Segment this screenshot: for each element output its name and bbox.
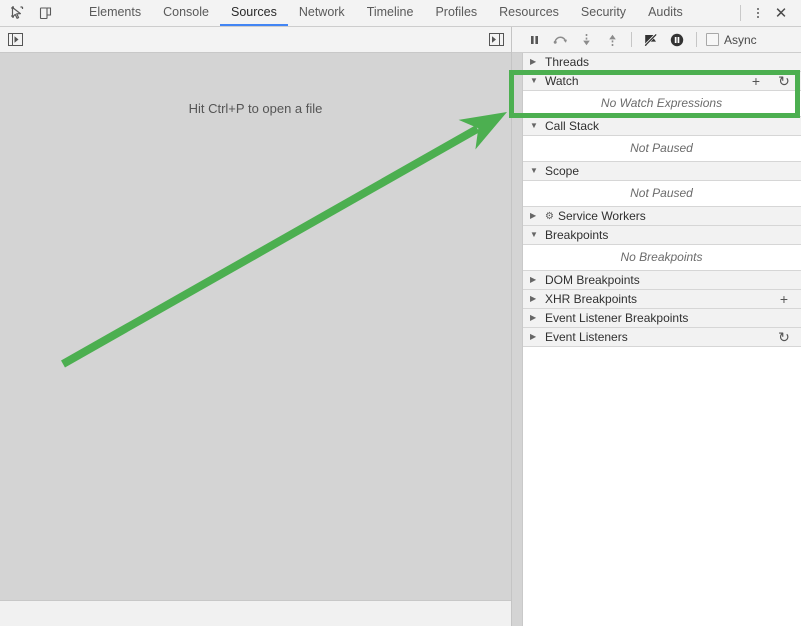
debugger-sidebar-pane: Async ▶ Threads ▼ Watch + <box>512 27 801 626</box>
tab-elements[interactable]: Elements <box>78 0 152 26</box>
tab-label: Network <box>299 5 345 19</box>
section-title-event-listeners: Event Listeners <box>545 330 628 344</box>
tab-label: Timeline <box>367 5 414 19</box>
sidebar-scrollbar[interactable] <box>512 53 523 626</box>
tab-label: Console <box>163 5 209 19</box>
chevron-right-icon: ▶ <box>530 295 540 303</box>
section-body-call-stack: Not Paused <box>522 136 801 162</box>
kebab-menu-icon[interactable] <box>747 2 769 24</box>
debugger-toolbar-divider <box>631 32 632 47</box>
section-header-xhr-breakpoints[interactable]: ▶ XHR Breakpoints + <box>522 290 801 309</box>
section-header-breakpoints[interactable]: ▼ Breakpoints <box>522 226 801 245</box>
show-debugger-icon[interactable] <box>485 30 507 50</box>
tab-label: Profiles <box>435 5 477 19</box>
pause-on-exceptions-icon[interactable] <box>665 29 689 51</box>
editor-statusbar <box>0 600 511 626</box>
tab-security[interactable]: Security <box>570 0 637 26</box>
async-checkbox-box[interactable] <box>706 33 719 46</box>
section-title-watch: Watch <box>545 74 579 88</box>
gear-icon: ⚙ <box>545 211 554 222</box>
step-out-icon[interactable] <box>600 29 624 51</box>
chevron-down-icon: ▼ <box>530 77 540 85</box>
section-body-breakpoints: No Breakpoints <box>522 245 801 271</box>
chevron-right-icon: ▶ <box>530 333 540 341</box>
section-header-watch[interactable]: ▼ Watch + ↻ <box>522 72 801 91</box>
chevron-right-icon: ▶ <box>530 58 540 66</box>
section-header-call-stack[interactable]: ▼ Call Stack <box>522 117 801 136</box>
section-actions-xhr: + <box>777 291 795 307</box>
chevron-right-icon: ▶ <box>530 314 540 322</box>
section-header-scope[interactable]: ▼ Scope <box>522 162 801 181</box>
step-into-icon[interactable] <box>574 29 598 51</box>
section-body-scope: Not Paused <box>522 181 801 207</box>
refresh-event-listeners-button[interactable]: ↻ <box>777 329 791 345</box>
chevron-down-icon: ▼ <box>530 231 540 239</box>
tab-label: Resources <box>499 5 559 19</box>
panel-tabs: Elements Console Sources Network Timelin… <box>78 0 694 26</box>
add-watch-expression-button[interactable]: + <box>749 73 763 89</box>
tab-profiles[interactable]: Profiles <box>424 0 488 26</box>
section-title-call-stack: Call Stack <box>545 119 599 133</box>
tab-resources[interactable]: Resources <box>488 0 570 26</box>
editor-empty-area[interactable]: Hit Ctrl+P to open a file <box>0 53 511 600</box>
section-title-scope: Scope <box>545 164 579 178</box>
section-title-event-listener-breakpoints: Event Listener Breakpoints <box>545 311 688 325</box>
chevron-right-icon: ▶ <box>530 212 540 220</box>
chevron-right-icon: ▶ <box>530 276 540 284</box>
section-header-event-listener-breakpoints[interactable]: ▶ Event Listener Breakpoints <box>522 309 801 328</box>
toolbar-divider-right <box>740 5 741 21</box>
refresh-watch-button[interactable]: ↻ <box>777 73 791 89</box>
device-toggle-icon[interactable] <box>35 1 57 25</box>
tab-sources[interactable]: Sources <box>220 0 288 26</box>
async-checkbox[interactable]: Async <box>706 33 757 47</box>
section-title-breakpoints: Breakpoints <box>545 228 608 242</box>
close-icon[interactable]: ✕ <box>769 2 793 24</box>
debugger-sidebar-scroll: ▶ Threads ▼ Watch + ↻ No Watch Expressio… <box>512 53 801 626</box>
editor-placeholder-text: Hit Ctrl+P to open a file <box>0 101 511 116</box>
section-title-threads: Threads <box>545 55 589 69</box>
tabbar-left-icons <box>0 0 78 26</box>
section-actions-event-listeners: ↻ <box>777 329 795 345</box>
section-body-watch: No Watch Expressions <box>522 91 801 117</box>
section-header-dom-breakpoints[interactable]: ▶ DOM Breakpoints <box>522 271 801 290</box>
tab-label: Elements <box>89 5 141 19</box>
section-title-xhr-breakpoints: XHR Breakpoints <box>545 292 637 306</box>
section-header-threads[interactable]: ▶ Threads <box>522 53 801 72</box>
tab-timeline[interactable]: Timeline <box>356 0 425 26</box>
main-split: Hit Ctrl+P to open a file <box>0 27 801 626</box>
sources-editor-pane: Hit Ctrl+P to open a file <box>0 27 512 626</box>
chevron-down-icon: ▼ <box>530 167 540 175</box>
pause-icon[interactable] <box>522 29 546 51</box>
add-xhr-breakpoint-button[interactable]: + <box>777 291 791 307</box>
devtools-window: Elements Console Sources Network Timelin… <box>0 0 801 626</box>
inspect-cursor-icon[interactable] <box>7 1 29 25</box>
tab-label: Sources <box>231 5 277 19</box>
chevron-down-icon: ▼ <box>530 122 540 130</box>
tab-network[interactable]: Network <box>288 0 356 26</box>
debugger-sections: ▶ Threads ▼ Watch + ↻ No Watch Expressio… <box>522 53 801 347</box>
section-actions-watch: + ↻ <box>749 73 795 89</box>
async-label: Async <box>724 33 757 47</box>
step-over-icon[interactable] <box>548 29 572 51</box>
tab-label: Audits <box>648 5 683 19</box>
tab-audits[interactable]: Audits <box>637 0 694 26</box>
tab-label: Security <box>581 5 626 19</box>
show-navigator-icon[interactable] <box>4 30 26 50</box>
section-title-service-workers: Service Workers <box>558 209 646 223</box>
debugger-toolbar-divider-2 <box>696 32 697 47</box>
section-header-event-listeners[interactable]: ▶ Event Listeners ↻ <box>522 328 801 347</box>
tabbar-right-actions: ✕ <box>734 0 801 26</box>
deactivate-breakpoints-icon[interactable] <box>639 29 663 51</box>
section-title-dom-breakpoints: DOM Breakpoints <box>545 273 640 287</box>
tab-console[interactable]: Console <box>152 0 220 26</box>
section-header-service-workers[interactable]: ▶ ⚙ Service Workers <box>522 207 801 226</box>
debugger-controls-toolbar: Async <box>512 27 801 53</box>
devtools-tabbar: Elements Console Sources Network Timelin… <box>0 0 801 27</box>
editor-toolbar <box>0 27 511 53</box>
